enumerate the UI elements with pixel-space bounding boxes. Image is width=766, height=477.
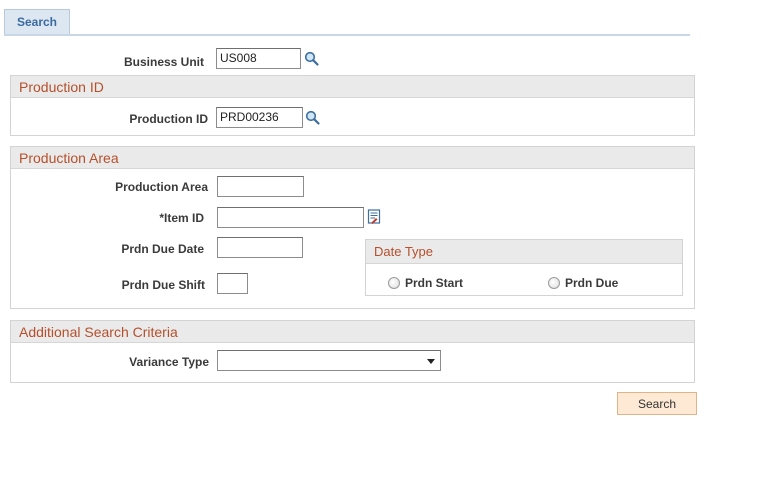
chevron-down-icon	[427, 359, 435, 364]
additional-search-group-title: Additional Search Criteria	[11, 321, 694, 343]
radio-prdn-start-label: Prdn Start	[405, 276, 464, 290]
tab-search[interactable]: Search	[4, 9, 70, 34]
prdn-due-date-field[interactable]	[217, 237, 303, 258]
search-button[interactable]: Search	[617, 392, 697, 415]
production-id-group: Production ID	[10, 75, 695, 136]
production-id-group-title: Production ID	[11, 76, 694, 98]
magnifier-lookup-icon[interactable]	[304, 51, 319, 69]
item-lookup-icon[interactable]	[367, 209, 381, 227]
item-id-field[interactable]	[217, 207, 364, 228]
tab-underline	[4, 34, 690, 36]
production-area-field[interactable]	[217, 176, 304, 197]
radio-prdn-due[interactable]	[548, 277, 560, 289]
prdn-due-shift-label: Prdn Due Shift	[121, 278, 205, 292]
business-unit-label: Business Unit	[123, 55, 204, 69]
radio-prdn-due-label: Prdn Due	[565, 276, 619, 290]
production-area-label: Production Area	[115, 180, 208, 194]
magnifier-lookup-icon[interactable]	[305, 110, 320, 128]
production-area-group-title: Production Area	[11, 147, 694, 169]
prdn-due-date-label: Prdn Due Date	[121, 242, 204, 256]
production-id-field[interactable]: PRD00236	[216, 107, 303, 128]
item-id-label: *Item ID	[159, 211, 204, 225]
business-unit-field[interactable]: US008	[216, 48, 301, 69]
production-id-label: Production ID	[129, 112, 208, 126]
prdn-due-shift-field[interactable]	[217, 273, 248, 294]
variance-type-label: Variance Type	[129, 355, 209, 369]
date-type-title: Date Type	[366, 240, 682, 264]
variance-type-select[interactable]	[217, 350, 441, 371]
radio-prdn-start[interactable]	[388, 277, 400, 289]
